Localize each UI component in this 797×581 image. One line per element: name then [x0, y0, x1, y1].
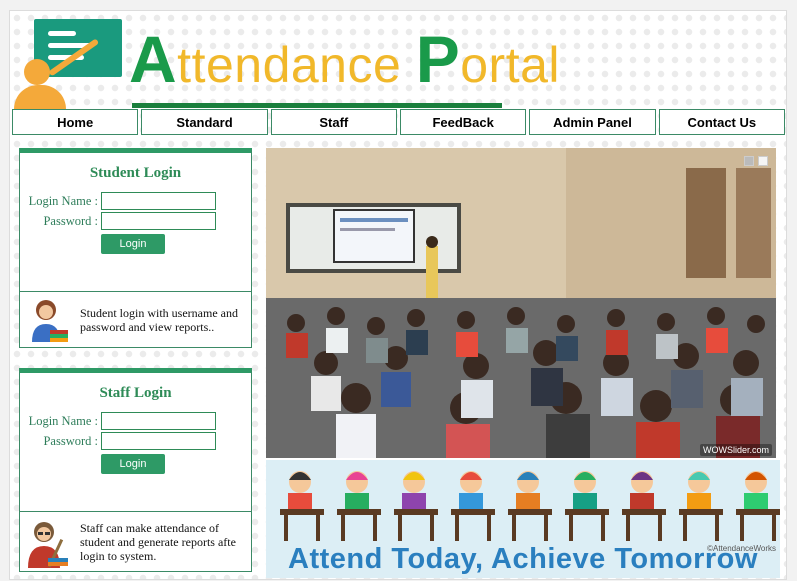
banner-slogan: Attend Today, Achieve Tomorrow — [288, 543, 758, 575]
student-login-title: Student Login — [89, 165, 182, 181]
nav-contact-us[interactable]: Contact Us — [658, 109, 785, 135]
staff-login-description: Staff can make attendance of student and… — [80, 521, 236, 563]
staff-login-name-input[interactable] — [101, 412, 216, 430]
image-slider[interactable]: WOWSlider.com — [266, 148, 776, 458]
slider-dot-1[interactable] — [744, 156, 754, 166]
logo-underline — [132, 103, 502, 108]
staff-login-info: Staff can make attendance of student and… — [20, 511, 251, 572]
student-login-name-input[interactable] — [101, 192, 216, 210]
student-password-label: Password : — [43, 213, 98, 228]
staff-login-button[interactable]: Login — [101, 454, 165, 474]
nav-admin-panel[interactable]: Admin Panel — [529, 109, 656, 135]
nav-standard[interactable]: Standard — [141, 109, 268, 135]
page-frame: Attendance Portal Home Standard Staff Fe… — [9, 10, 787, 580]
slider-dot-2[interactable] — [758, 156, 768, 166]
student-login-button[interactable]: Login — [101, 234, 165, 254]
student-login-panel: Student Login Login Name : Password : Lo… — [19, 148, 252, 348]
classroom-photo — [266, 148, 776, 458]
nav-feedback[interactable]: FeedBack — [399, 109, 527, 135]
slider-watermark: WOWSlider.com — [699, 444, 772, 456]
student-avatar-icon — [24, 296, 72, 344]
logo-title: Attendance Portal — [129, 22, 560, 96]
main-nav: Home Standard Staff FeedBack Admin Panel… — [12, 109, 785, 135]
staff-teacher-icon — [24, 518, 72, 568]
staff-login-panel: Staff Login Login Name : Password : Logi… — [19, 368, 252, 572]
staff-login-name-label: Login Name : — [28, 413, 98, 428]
student-login-info: Student login with username and password… — [20, 291, 251, 348]
attendance-banner: ©AttendanceWorks Attend Today, Achieve T… — [266, 460, 780, 578]
staff-password-label: Password : — [43, 433, 98, 448]
slider-dots — [744, 156, 768, 166]
nav-home[interactable]: Home — [12, 109, 139, 135]
student-login-name-label: Login Name : — [28, 193, 98, 208]
logo-teacher-icon — [24, 59, 50, 85]
portal-logo[interactable]: Attendance Portal — [14, 17, 560, 109]
staff-login-title: Staff Login — [99, 385, 172, 401]
student-login-description: Student login with username and password… — [80, 306, 238, 334]
staff-password-input[interactable] — [101, 432, 216, 450]
student-password-input[interactable] — [101, 212, 216, 230]
nav-staff[interactable]: Staff — [270, 109, 397, 135]
students-at-desks-illustration — [280, 471, 780, 541]
